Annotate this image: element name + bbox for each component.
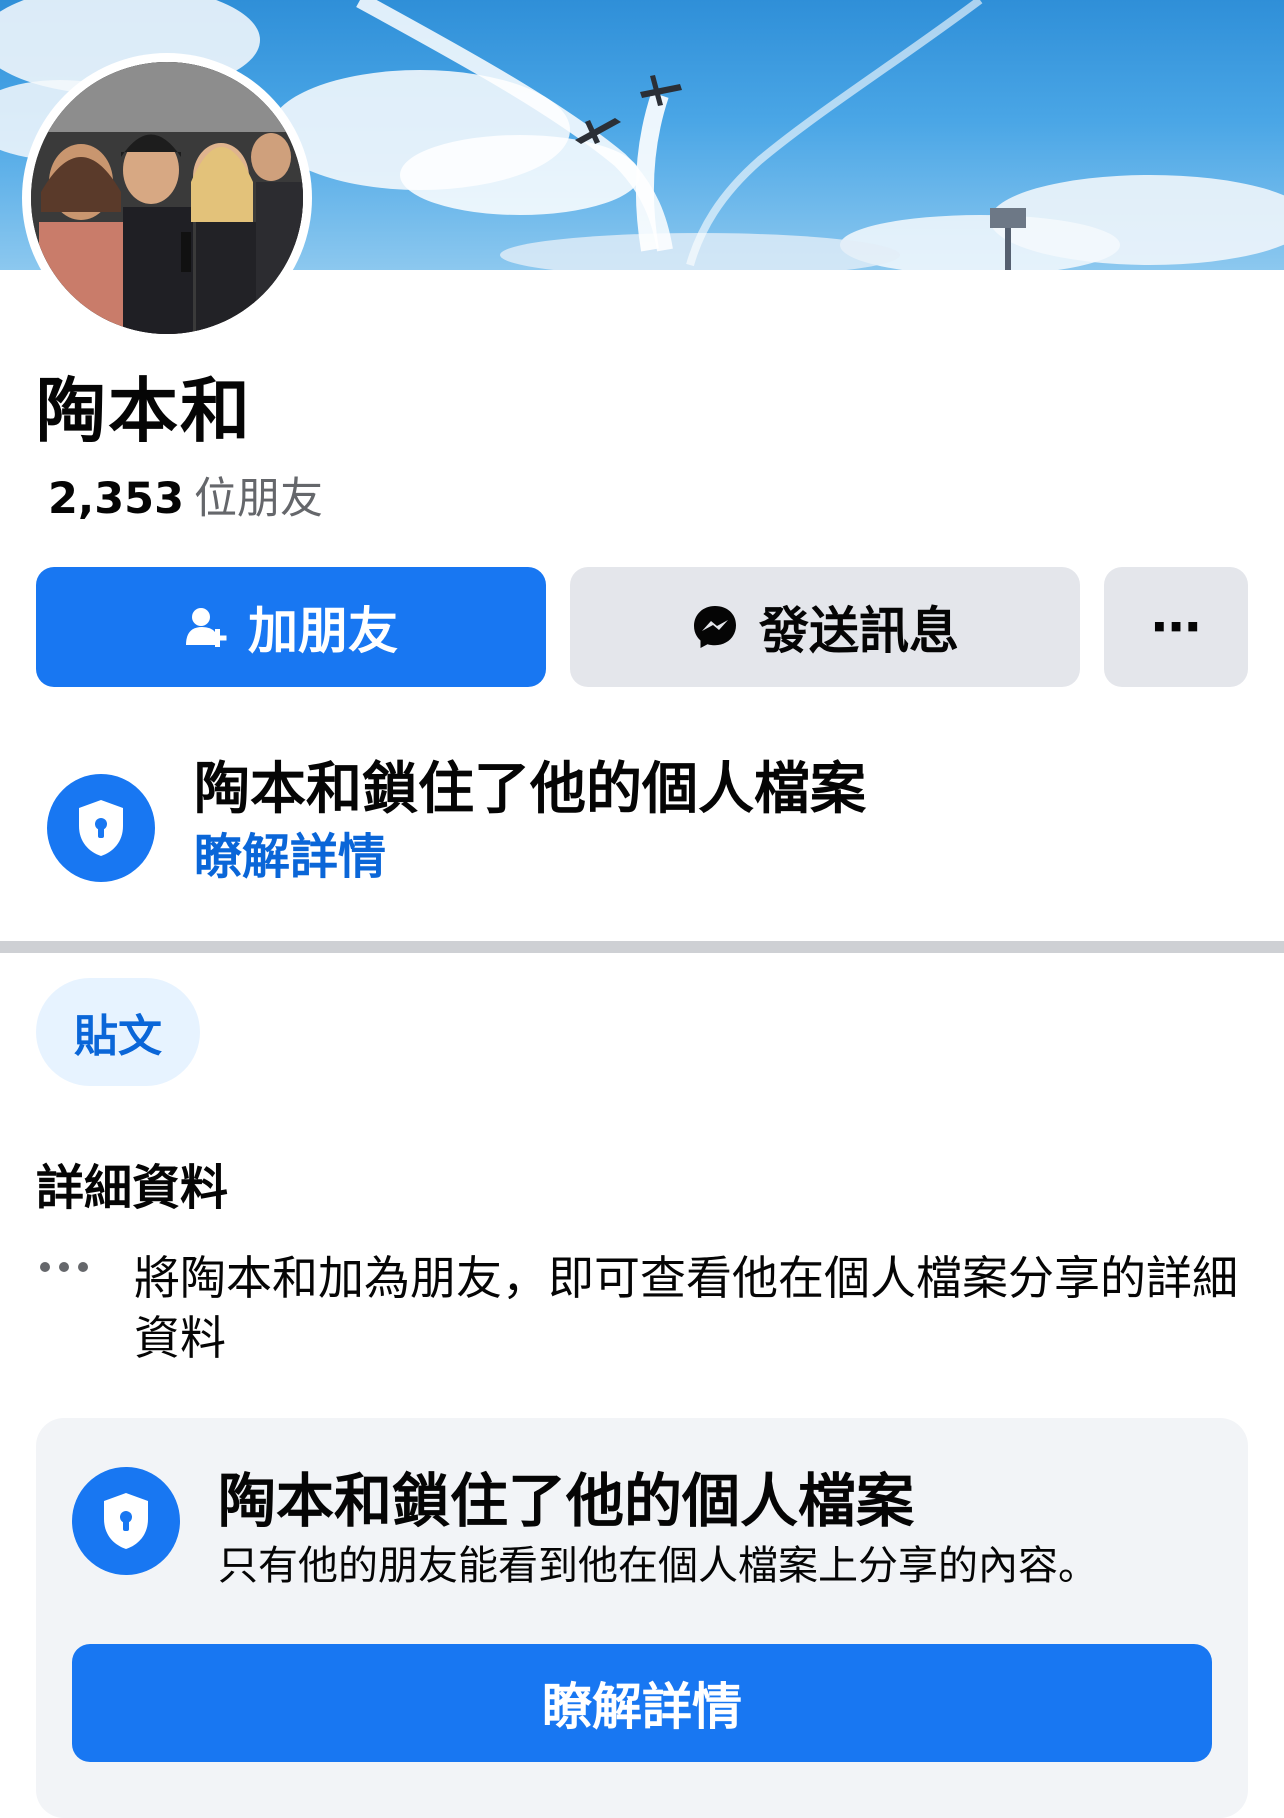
send-message-button[interactable]: 發送訊息 [570,567,1080,687]
add-friend-label: 加朋友 [248,602,398,660]
learn-more-link[interactable]: 瞭解詳情 [194,833,386,881]
tab-posts[interactable]: 貼文 [36,978,200,1086]
profile-picture-frame[interactable] [22,53,312,343]
shield-lock-icon [72,1467,180,1575]
profile-picture-illustration [31,62,303,334]
more-options-button[interactable]: ⋯ [1104,567,1248,687]
person-plus-icon [184,605,228,649]
friends-count-row[interactable]: 2,353 位朋友 [48,478,323,521]
details-description: 將陶本和加為朋友，即可查看他在個人檔案分享的詳細資料 [134,1251,1238,1365]
locked-card-subtitle: 只有他的朋友能看到他在個人檔案上分享的內容。 [218,1543,1098,1589]
details-heading: 詳細資料 [36,1160,229,1216]
ellipsis-icon [40,1262,88,1272]
friends-count: 2,353 [48,474,185,524]
profile-picture[interactable] [31,62,303,334]
profile-name: 陶本和 [36,370,252,452]
section-divider [0,941,1284,953]
friends-label: 位朋友 [194,474,324,524]
locked-card-title: 陶本和鎖住了他的個人檔案 [218,1467,915,1535]
learn-more-button[interactable]: 瞭解詳情 [72,1644,1212,1762]
more-options-icon: ⋯ [1151,598,1201,656]
add-friend-button[interactable]: 加朋友 [36,567,546,687]
shield-lock-icon [47,774,155,882]
send-message-label: 發送訊息 [759,602,959,660]
messenger-icon [691,603,739,651]
locked-profile-title: 陶本和鎖住了他的個人檔案 [194,757,866,822]
